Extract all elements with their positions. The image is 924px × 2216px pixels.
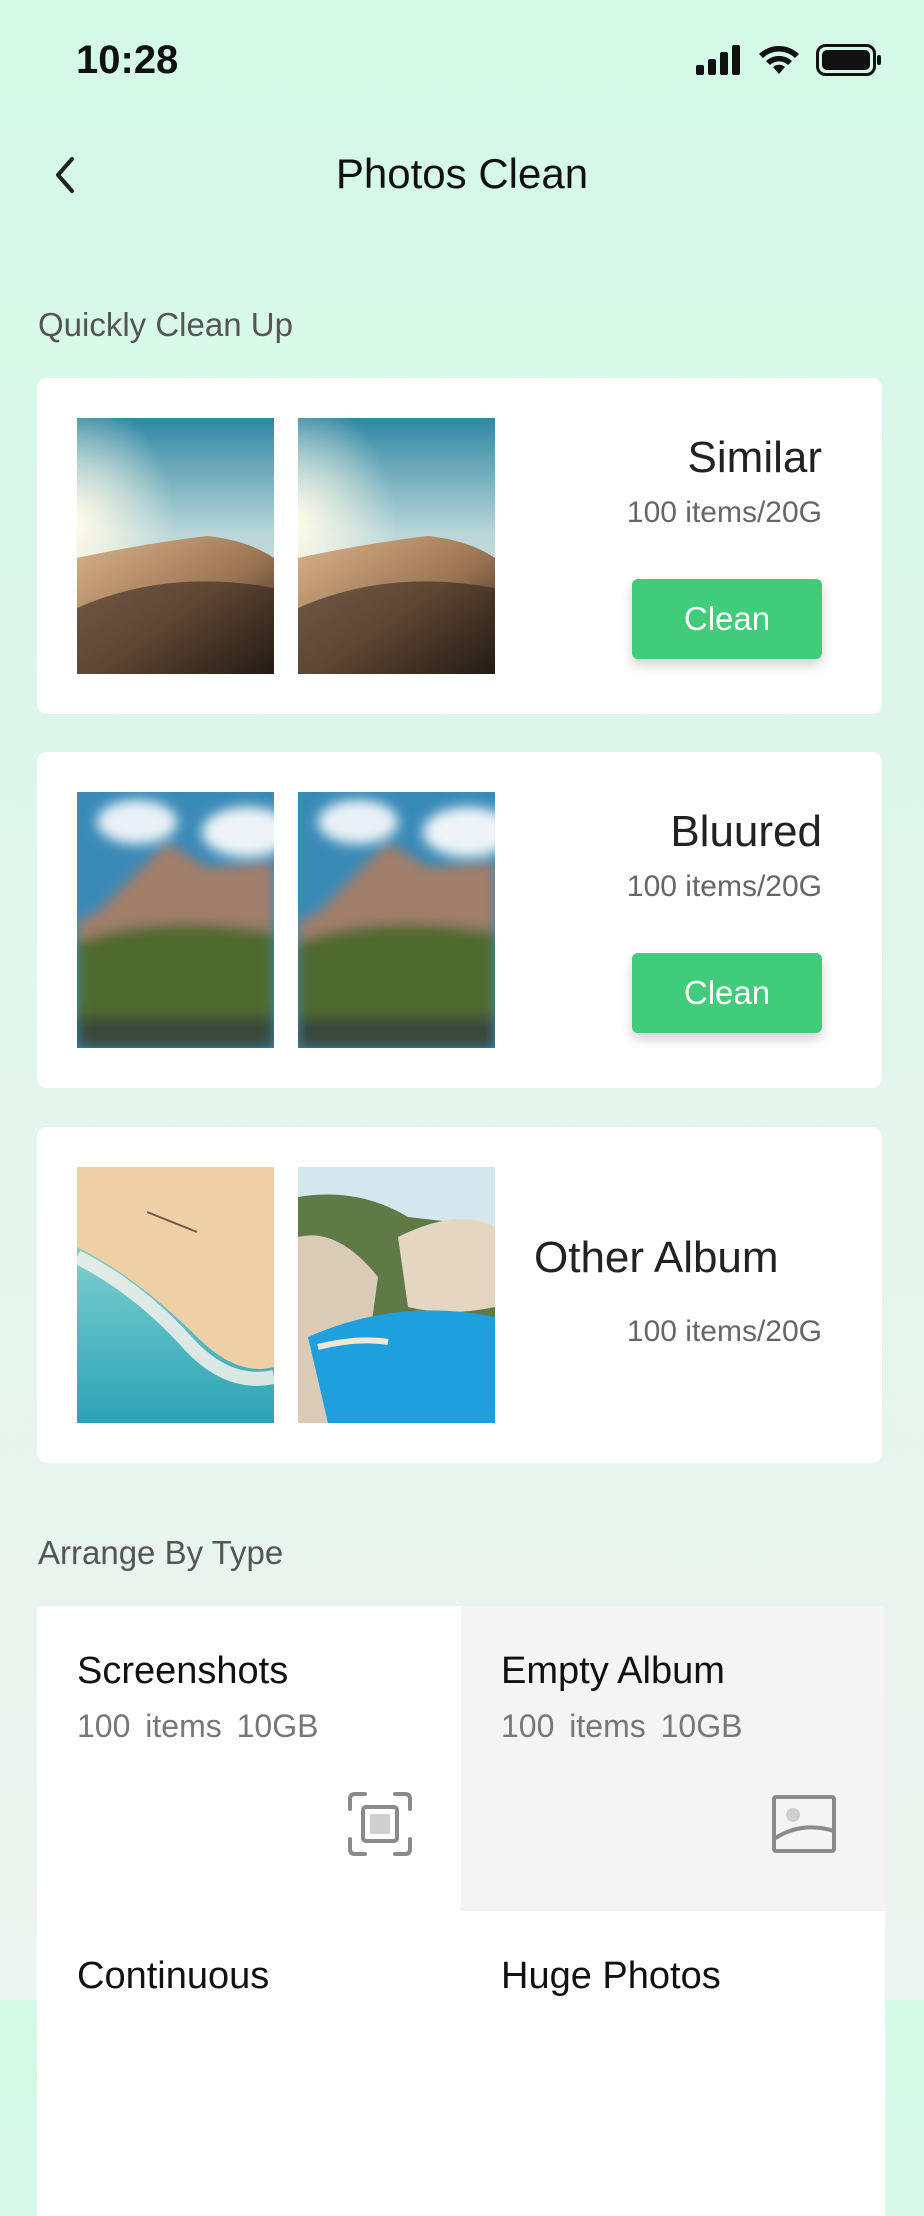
clean-similar-button[interactable]: Clean [632, 579, 822, 659]
tile-count: 100 items [77, 1708, 222, 1744]
similar-photo-thumbnail [298, 418, 495, 674]
navigation-bar: Photos Clean [0, 130, 924, 220]
card-title: Bluured [670, 807, 822, 856]
clean-blurred-button[interactable]: Clean [632, 953, 822, 1033]
card-subtitle: 100 items/20G [626, 870, 822, 903]
tile-title: Empty Album [501, 1650, 725, 1692]
tile-size: 10GB [660, 1708, 743, 1744]
tile-size: 10GB [236, 1708, 319, 1744]
tile-subtitle: 100 items 10GB [501, 1708, 742, 1745]
card-subtitle: 100 items/20G [626, 1315, 822, 1348]
blurred-photo-thumbnail [77, 792, 274, 1048]
card-subtitle: 100 items/20G [626, 496, 822, 529]
wifi-icon [759, 46, 799, 74]
section-title-quick-clean: Quickly Clean Up [38, 306, 293, 343]
section-title-arrange: Arrange By Type [38, 1534, 284, 1571]
cellular-signal-icon [696, 45, 740, 75]
tile-title: Huge Photos [501, 1955, 721, 1997]
battery-icon [816, 44, 881, 76]
similar-photo-thumbnail [77, 418, 274, 674]
card-similar[interactable]: Similar 100 items/20G Clean [37, 378, 882, 714]
tile-screenshots[interactable]: Screenshots 100 items 10GB [37, 1606, 461, 1911]
status-time: 10:28 [76, 38, 179, 82]
status-icons [696, 44, 882, 76]
beach-photo-thumbnail [77, 1167, 274, 1423]
card-other-album[interactable]: Other Album 100 items/20G [37, 1127, 882, 1463]
image-placeholder-icon [772, 1795, 836, 1853]
cove-photo-thumbnail [298, 1167, 495, 1423]
card-title: Other Album [534, 1233, 779, 1282]
page-title: Photos Clean [335, 150, 589, 197]
card-title: Similar [687, 433, 822, 482]
blurred-photo-thumbnail [298, 792, 495, 1048]
tile-title: Screenshots [77, 1650, 289, 1692]
screenshot-icon [348, 1792, 412, 1856]
tile-title: Continuous [77, 1955, 270, 1997]
card-blurred[interactable]: Bluured 100 items/20G Clean [37, 752, 882, 1088]
tile-count: 100 items [501, 1708, 646, 1744]
tile-huge-photos[interactable]: Huge Photos [461, 1911, 885, 2216]
tile-subtitle: 100 items 10GB [77, 1708, 318, 1745]
status-bar: 10:28 [0, 0, 924, 130]
tile-continuous[interactable]: Continuous [37, 1911, 461, 2216]
tile-empty-album[interactable]: Empty Album 100 items 10GB [461, 1606, 885, 1911]
